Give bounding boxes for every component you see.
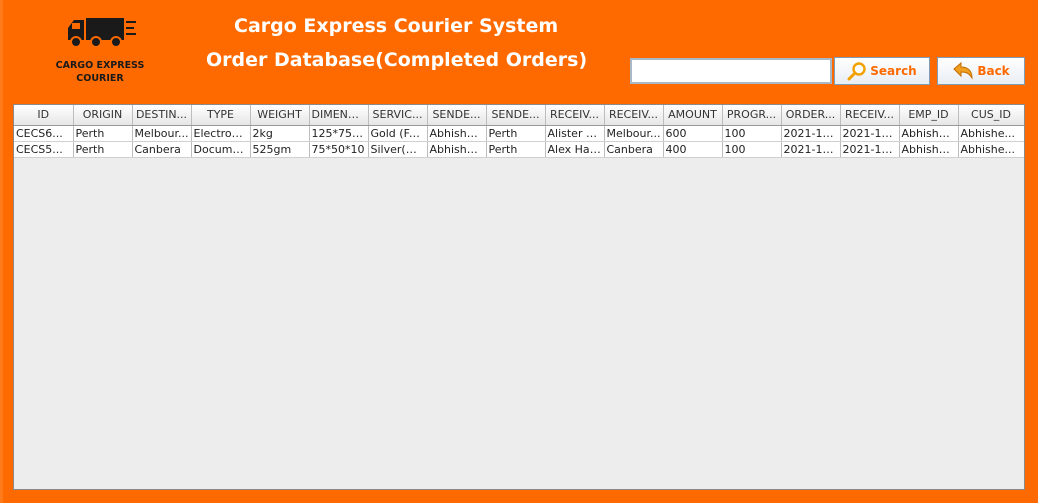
- back-button[interactable]: Back: [937, 57, 1025, 85]
- search-input[interactable]: [630, 58, 832, 84]
- table-cell[interactable]: 400: [663, 141, 723, 158]
- column-header[interactable]: SENDE...: [427, 105, 487, 126]
- logo-text-line1: CARGO EXPRESS: [55, 60, 145, 71]
- orders-table: ID ORIGIN DESTIN... TYPE WEIGHT DIMENSI... SER…: [14, 105, 1024, 158]
- table-cell[interactable]: 2021-11...: [840, 141, 900, 158]
- page-title: Order Database(Completed Orders): [206, 49, 588, 71]
- table-cell[interactable]: Alister C...: [545, 125, 605, 142]
- back-button-label: Back: [977, 64, 1010, 78]
- table-cell[interactable]: Docume...: [191, 141, 251, 158]
- table-cell[interactable]: Abhishe...: [427, 141, 487, 158]
- table-cell[interactable]: Abhishe...: [427, 125, 487, 142]
- table-row[interactable]: CECS5... Perth Canbera Docume... 525gm 75*50*…: [14, 141, 1024, 158]
- app-title: Cargo Express Courier System: [234, 15, 559, 37]
- column-header[interactable]: SERVIC...: [368, 105, 428, 126]
- column-header[interactable]: RECEIV...: [840, 105, 900, 126]
- column-header[interactable]: ORDER...: [781, 105, 841, 126]
- table-cell[interactable]: 525gm: [250, 141, 310, 158]
- table-cell[interactable]: 2kg: [250, 125, 310, 142]
- window-edge: [0, 0, 3, 503]
- table-cell[interactable]: Canbera: [604, 141, 664, 158]
- column-header[interactable]: DIMENSI...: [309, 105, 369, 126]
- table-cell[interactable]: 100: [722, 141, 782, 158]
- table-cell[interactable]: Electron...: [191, 125, 251, 142]
- table-cell[interactable]: Perth: [486, 125, 546, 142]
- logo-text-line2: COURIER: [76, 73, 124, 84]
- column-header[interactable]: ID: [14, 105, 74, 126]
- column-header[interactable]: TYPE: [191, 105, 251, 126]
- table-cell[interactable]: Alex Hal...: [545, 141, 605, 158]
- table-cell[interactable]: 125*75*...: [309, 125, 369, 142]
- table-cell[interactable]: Abhishe...: [958, 141, 1024, 158]
- column-header[interactable]: EMP_ID: [899, 105, 959, 126]
- table-cell[interactable]: Perth: [73, 125, 133, 142]
- column-header[interactable]: ORIGIN: [73, 105, 133, 126]
- column-header[interactable]: DESTIN...: [132, 105, 192, 126]
- table-cell[interactable]: Canbera: [132, 141, 192, 158]
- table-cell[interactable]: 75*50*10: [309, 141, 369, 158]
- orders-table-panel[interactable]: ID ORIGIN DESTIN... TYPE WEIGHT DIMENSI... SER…: [13, 104, 1025, 490]
- column-header[interactable]: AMOUNT: [663, 105, 723, 126]
- table-cell[interactable]: CECS6...: [14, 125, 74, 142]
- search-button[interactable]: Search: [834, 57, 930, 85]
- back-arrow-icon: [953, 61, 973, 80]
- column-header[interactable]: RECEIV...: [545, 105, 605, 126]
- table-row[interactable]: CECS6... Perth Melbour... Electron... 2kg 125…: [14, 125, 1024, 142]
- table-cell[interactable]: CECS5...: [14, 141, 74, 158]
- table-cell[interactable]: Melbour...: [132, 125, 192, 142]
- truck-icon: [68, 18, 136, 48]
- company-logo: CARGO EXPRESS COURIER: [46, 12, 156, 88]
- column-header[interactable]: SENDE...: [486, 105, 546, 126]
- table-cell[interactable]: 600: [663, 125, 723, 142]
- column-header[interactable]: WEIGHT: [250, 105, 310, 126]
- table-cell[interactable]: 100: [722, 125, 782, 142]
- table-cell[interactable]: 2021-11...: [781, 141, 841, 158]
- search-icon: [847, 62, 866, 81]
- search-button-label: Search: [870, 64, 917, 78]
- table-cell[interactable]: Abhishe...: [899, 141, 959, 158]
- table-cell[interactable]: Perth: [486, 141, 546, 158]
- table-cell[interactable]: 2021-11...: [781, 125, 841, 142]
- table-cell[interactable]: Gold (Fa...: [368, 125, 428, 142]
- table-cell[interactable]: Abhishe...: [958, 125, 1024, 142]
- column-header[interactable]: RECEIV...: [604, 105, 664, 126]
- table-cell[interactable]: Melbour...: [604, 125, 664, 142]
- column-header[interactable]: PROGR...: [722, 105, 782, 126]
- table-cell[interactable]: Silver(M...: [368, 141, 428, 158]
- table-cell[interactable]: Perth: [73, 141, 133, 158]
- main-window: CARGO EXPRESS COURIER Cargo Express Cour…: [0, 0, 1038, 503]
- table-cell[interactable]: 2021-11...: [840, 125, 900, 142]
- table-cell[interactable]: Abhishe...: [899, 125, 959, 142]
- column-header[interactable]: CUS_ID: [958, 105, 1024, 126]
- table-header-row: ID ORIGIN DESTIN... TYPE WEIGHT DIMENSI... SER…: [14, 105, 1024, 126]
